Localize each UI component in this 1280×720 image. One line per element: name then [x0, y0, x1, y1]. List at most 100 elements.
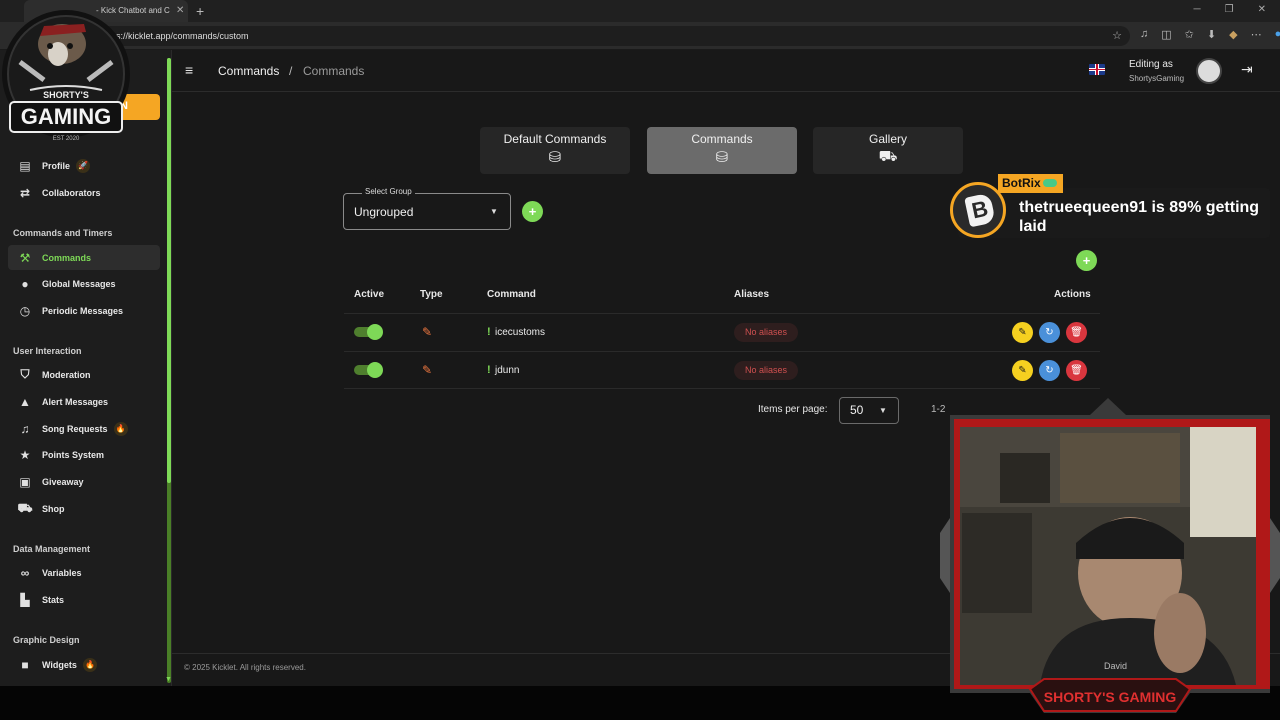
caret-down-icon[interactable]: ▼: [490, 207, 498, 216]
tab-gallery[interactable]: Gallery ⛟: [813, 127, 963, 174]
group-select-legend: Select Group: [362, 187, 415, 196]
sidebar-item-label: Collaborators: [42, 187, 101, 198]
sidebar-item-global-messages[interactable]: ● Global Messages: [8, 271, 160, 296]
gift-icon: ▣: [19, 474, 31, 489]
minimize-icon[interactable]: ─: [1194, 4, 1201, 15]
sidebar-item-commands[interactable]: ⚒ Commands: [8, 245, 160, 270]
browser-tab-bar: - Kick Chatbot and C ✕ + ─ ❐ ✕: [0, 0, 1280, 22]
favorites-icon[interactable]: ✩: [1185, 28, 1194, 41]
shield-icon: ⛉: [20, 367, 30, 381]
tab-close-icon[interactable]: ✕: [176, 5, 184, 16]
breadcrumb-separator: /: [289, 64, 293, 78]
fire-icon: 🔥: [113, 421, 128, 436]
rocket-icon: 🚀: [76, 158, 91, 173]
close-window-icon[interactable]: ✕: [1258, 4, 1266, 15]
tab-default-commands[interactable]: Default Commands ⛁: [480, 127, 630, 174]
scroll-down-arrow-icon[interactable]: ▼: [165, 676, 172, 683]
avatar[interactable]: [1196, 58, 1222, 84]
restore-icon[interactable]: ❐: [1225, 4, 1234, 15]
sidebar-item-label: Variables: [42, 567, 82, 578]
add-group-button[interactable]: +: [522, 201, 543, 222]
active-toggle[interactable]: [354, 324, 383, 340]
sidebar-scrollbar-thumb[interactable]: [167, 58, 171, 483]
sidebar-item-label: Alert Messages: [42, 396, 109, 407]
window-controls: ─ ❐ ✕: [1194, 4, 1266, 15]
logo-est: EST 2020: [53, 136, 80, 142]
items-per-page-value: 50: [850, 403, 864, 417]
editing-user-name: ShortysGaming: [1129, 74, 1185, 83]
uk-flag-icon[interactable]: [1089, 64, 1105, 75]
section-user-interaction: User Interaction: [13, 346, 82, 356]
tab-commands[interactable]: Commands ⛁: [647, 127, 797, 174]
active-toggle[interactable]: [354, 362, 383, 378]
favorite-star-icon[interactable]: ☆: [1112, 29, 1122, 42]
pencil-icon: ✎: [422, 325, 433, 339]
menu-toggle-icon[interactable]: ≡: [185, 62, 193, 78]
add-command-button[interactable]: +: [1076, 250, 1097, 271]
section-commands-timers: Commands and Timers: [13, 228, 113, 238]
sidebar-item-giveaway[interactable]: ▣ Giveaway: [8, 469, 160, 494]
browser-toolbar: ♫ ◫ ✩ ⬇ ◆ ⋯ ●: [1140, 28, 1280, 41]
copilot-icon[interactable]: ●: [1275, 28, 1280, 41]
new-tab-icon[interactable]: +: [196, 3, 204, 19]
table-divider: [344, 388, 1100, 389]
star-icon: ★: [19, 447, 31, 462]
column-header-type: Type: [420, 289, 443, 300]
command-prefix: !: [487, 326, 491, 338]
section-data-management: Data Management: [13, 544, 91, 554]
sidebar-item-moderation[interactable]: ⛉ Moderation: [8, 362, 160, 387]
breadcrumb-current: Commands: [303, 64, 365, 78]
sidebar-item-label: Commands: [42, 252, 92, 263]
top-header: ≡ Commands / Commands Editing as Shortys…: [172, 50, 1280, 92]
botrix-logo-icon: B: [964, 192, 996, 228]
edit-button[interactable]: ✎: [1012, 322, 1033, 343]
sync-button[interactable]: ↻: [1039, 360, 1060, 381]
sidebar-item-label: Periodic Messages: [42, 305, 124, 316]
sidebar-item-alert-messages[interactable]: ▲ Alert Messages: [8, 389, 160, 414]
sidebar-item-periodic-messages[interactable]: ◷ Periodic Messages: [8, 298, 160, 323]
sidebar-item-collaborators[interactable]: ⇄ Collaborators: [8, 180, 160, 205]
sidebar-item-label: Song Requests: [42, 423, 108, 434]
downloads-icon[interactable]: ⬇: [1207, 28, 1216, 41]
webcam-shirt-text: David: [1104, 661, 1127, 671]
delete-button[interactable]: 🗑: [1066, 322, 1087, 343]
sidebar-item-variables[interactable]: ∞ Variables: [8, 560, 160, 585]
logout-icon[interactable]: ⇥: [1241, 61, 1253, 78]
edit-button[interactable]: ✎: [1012, 360, 1033, 381]
url-text: s://kicklet.app/commands/custom: [116, 31, 249, 41]
hammer-icon: ⚒: [19, 250, 31, 265]
logo-title: GAMING: [21, 104, 111, 129]
verified-badge-icon: [1042, 179, 1057, 187]
botrix-tag: BotRix: [998, 174, 1063, 193]
clock-icon: ◷: [19, 303, 31, 318]
sidebar-item-shop[interactable]: ⛟ Shop: [8, 496, 160, 521]
command-name: jdunn: [495, 365, 520, 376]
command-prefix: !: [487, 364, 491, 376]
items-per-page-select[interactable]: [839, 397, 899, 424]
aliases-chip: No aliases: [734, 361, 798, 380]
split-screen-icon[interactable]: ◫: [1161, 28, 1171, 41]
delete-button[interactable]: 🗑: [1066, 360, 1087, 381]
logo-subtitle: SHORTY'S: [43, 90, 89, 100]
read-aloud-icon[interactable]: ♫: [1140, 28, 1148, 41]
sidebar-item-widgets[interactable]: ■ Widgets 🔥: [8, 652, 160, 677]
caret-down-icon[interactable]: ▼: [879, 406, 887, 415]
footer-copyright: © 2025 Kicklet. All rights reserved.: [184, 663, 306, 672]
sync-button[interactable]: ↻: [1039, 322, 1060, 343]
stream-logo-overlay: SHORTY'S GAMING EST 2020: [0, 2, 132, 152]
more-menu-icon[interactable]: ⋯: [1251, 28, 1262, 41]
sidebar-item-label: Profile: [42, 160, 71, 171]
extension-icon[interactable]: ◆: [1229, 28, 1237, 41]
botrix-alert-overlay: B BotRix thetrueequeen91 is 89% getting …: [950, 174, 1270, 242]
sidebar-item-stats[interactable]: ▙ Stats: [8, 587, 160, 612]
section-graphic-design: Graphic Design: [13, 635, 80, 645]
address-bar: s://kicklet.app/commands/custom ☆ ♫ ◫ ✩ …: [0, 22, 1280, 50]
sidebar-item-profile[interactable]: ▤ Profile 🚀: [8, 153, 160, 178]
sidebar-item-points-system[interactable]: ★ Points System: [8, 442, 160, 467]
chat-bubble-icon: ●: [21, 276, 29, 291]
botrix-message: thetrueequeen91 is 89% getting laid: [1019, 199, 1260, 235]
url-field[interactable]: s://kicklet.app/commands/custom ☆: [100, 26, 1130, 46]
sidebar-item-song-requests[interactable]: ♫ Song Requests 🔥: [8, 416, 160, 441]
tab-label: Commands: [691, 132, 753, 146]
breadcrumb-commands[interactable]: Commands: [218, 64, 279, 78]
